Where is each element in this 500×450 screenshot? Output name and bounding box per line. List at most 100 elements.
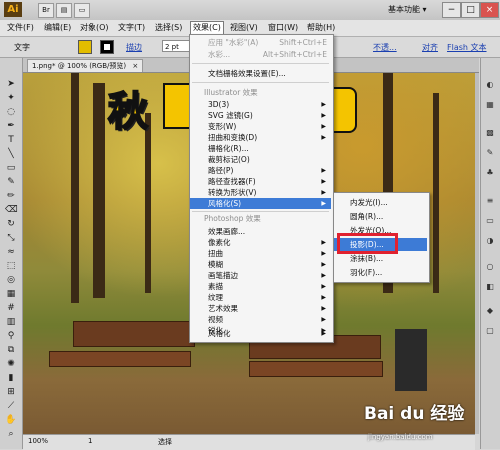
stroke-link[interactable]: 描边 [126,42,142,53]
graph-tool-icon[interactable]: ▮ [5,372,17,384]
zoom-tool-icon[interactable]: ⌕ [5,428,17,440]
eraser-tool-icon[interactable]: ⌫ [5,204,18,216]
maximize-button[interactable]: □ [461,2,480,18]
scale-tool-icon[interactable]: ⤡ [5,232,17,244]
gradient-tool-icon[interactable]: ▥ [5,316,17,328]
submenu-arrow-icon: ▶ [321,101,326,108]
bridge-icon[interactable]: Br [38,3,54,18]
menu-item-apply-last-effect[interactable]: 应用 "水彩"(A) Shift+Ctrl+E [190,37,331,48]
flash-text-link[interactable]: Flash 文本 [447,42,487,53]
arrange-documents-icon[interactable]: ▤ [56,3,72,18]
selection-tool-icon[interactable]: ➤ [5,78,17,90]
menu-item-distort[interactable]: 扭曲 ▶ [190,248,331,259]
graphic-styles-icon[interactable]: ◧ [484,282,496,292]
tool-status: 选择 [158,438,172,446]
mesh-tool-icon[interactable]: # [5,302,17,314]
menu-item-brush-strokes[interactable]: 画笔描边 ▶ [190,270,331,281]
brushes-icon[interactable]: ✎ [484,148,496,158]
menu-item-document-raster-settings[interactable]: 文档栅格效果设置(E)... [190,68,331,79]
menu-select[interactable]: 选择(S) [153,22,184,34]
eyedropper-icon[interactable]: ⚲ [5,330,17,342]
stroke-weight-input[interactable]: 2 pt [162,40,192,52]
menu-effect[interactable]: 效果(C) [190,21,224,35]
free-transform-icon[interactable]: ⬚ [5,260,17,272]
minimize-button[interactable]: − [442,2,461,18]
menu-item-artistic[interactable]: 艺术效果 ▶ [190,303,331,314]
menu-separator [192,82,329,83]
symbol-sprayer-icon[interactable]: ✺ [5,358,17,370]
opacity-link[interactable]: 不透... [373,42,397,53]
menu-item-last-effect[interactable]: 水彩... Alt+Shift+Ctrl+E [190,49,331,60]
appearance-icon[interactable]: ○ [484,262,496,272]
type-tool-icon[interactable]: T [5,134,17,146]
menu-section-illustrator: Illustrator 效果 [204,88,258,97]
transparency-icon[interactable]: ◑ [484,236,496,246]
menu-item-effect-gallery[interactable]: 效果画廊... [190,226,331,237]
rectangle-tool-icon[interactable]: ▭ [5,162,17,174]
document-close-button[interactable]: × [132,62,138,70]
menu-item-pixelate[interactable]: 像素化 ▶ [190,237,331,248]
menu-item-warp[interactable]: 变形(W) ▶ [190,121,331,132]
menu-item-texture[interactable]: 纹理 ▶ [190,292,331,303]
layers-icon[interactable]: ◆ [484,306,496,316]
swatches-icon[interactable]: ▩ [484,128,496,138]
menu-item-label: 素描 [208,282,223,291]
pen-tool-icon[interactable]: ✒ [5,120,17,132]
warp-tool-icon[interactable]: ≈ [5,246,17,258]
menu-help[interactable]: 帮助(H) [305,22,337,34]
magic-wand-icon[interactable]: ✦ [5,92,17,104]
blend-tool-icon[interactable]: ⧉ [5,344,17,356]
page-number[interactable]: 1 [88,437,92,445]
close-button[interactable]: × [480,2,499,18]
brush-tool-icon[interactable]: ✎ [5,176,17,188]
symbols-icon[interactable]: ♣ [484,168,496,178]
document-tab[interactable]: 1.png* @ 100% (RGB/预览) × [27,59,144,72]
vertical-scrollbar[interactable] [475,73,479,434]
menu-item-video[interactable]: 视频 ▶ [190,314,331,325]
slice-tool-icon[interactable]: ⟋ [5,400,17,412]
hand-tool-icon[interactable]: ✋ [5,414,17,426]
submenu-item-round-corners[interactable]: 圆角(R)... [334,210,427,223]
artboard-tool-icon[interactable]: ⊞ [5,386,17,398]
menu-item-stylize[interactable]: 风格化(S) ▶ [190,198,331,209]
menu-item-convert-to-shape[interactable]: 转换为形状(V) ▶ [190,187,331,198]
line-tool-icon[interactable]: ╲ [5,148,17,160]
menu-item-svg-filters[interactable]: SVG 滤镜(G) ▶ [190,110,331,121]
menu-item-blur[interactable]: 模糊 ▶ [190,259,331,270]
align-link[interactable]: 对齐 [422,42,438,53]
menu-view[interactable]: 视图(V) [228,22,260,34]
submenu-item-inner-glow[interactable]: 内发光(I)... [334,196,427,209]
stroke-panel-icon[interactable]: ≡ [484,196,496,206]
menu-item-stylize-photoshop[interactable]: 风格化 ▶ [190,329,331,339]
pencil-tool-icon[interactable]: ✏ [5,190,17,202]
menu-object[interactable]: 对象(O) [78,22,111,34]
menu-item-label: 风格化 [208,329,231,338]
artboards-icon[interactable]: ▢ [484,326,496,336]
submenu-item-feather[interactable]: 羽化(F)... [334,266,427,279]
submenu-arrow-icon: ▶ [321,272,326,279]
menu-item-crop-marks[interactable]: 裁剪标记(O) [190,154,331,165]
menu-file[interactable]: 文件(F) [5,22,36,34]
perspective-grid-icon[interactable]: ▦ [5,288,17,300]
color-panel-icon[interactable]: ◐ [484,80,496,90]
menu-item-label: 扭曲 [208,249,223,258]
menu-window[interactable]: 窗口(W) [266,22,300,34]
lasso-icon[interactable]: ◌ [5,106,17,118]
menu-item-path[interactable]: 路径(P) ▶ [190,165,331,176]
fill-swatch[interactable] [78,40,92,54]
menu-type[interactable]: 文字(T) [116,22,147,34]
menu-item-3d[interactable]: 3D(3) ▶ [190,99,331,110]
screen-mode-icon[interactable]: ▭ [74,3,90,18]
menu-item-rasterize[interactable]: 栅格化(R)... [190,143,331,154]
gradient-panel-icon[interactable]: ▭ [484,216,496,226]
menu-item-sketch[interactable]: 素描 ▶ [190,281,331,292]
menu-item-pathfinder[interactable]: 路径查找器(F) ▶ [190,176,331,187]
shape-builder-icon[interactable]: ◎ [5,274,17,286]
zoom-level[interactable]: 100% [28,437,48,445]
stroke-swatch[interactable] [100,40,114,54]
menu-edit[interactable]: 编辑(E) [42,22,73,34]
rotate-tool-icon[interactable]: ↻ [5,218,17,230]
color-guide-icon[interactable]: ▦ [484,100,496,110]
workspace-switcher[interactable]: 基本功能 ▾ [388,4,427,15]
menu-item-distort-transform[interactable]: 扭曲和变换(D) ▶ [190,132,331,143]
